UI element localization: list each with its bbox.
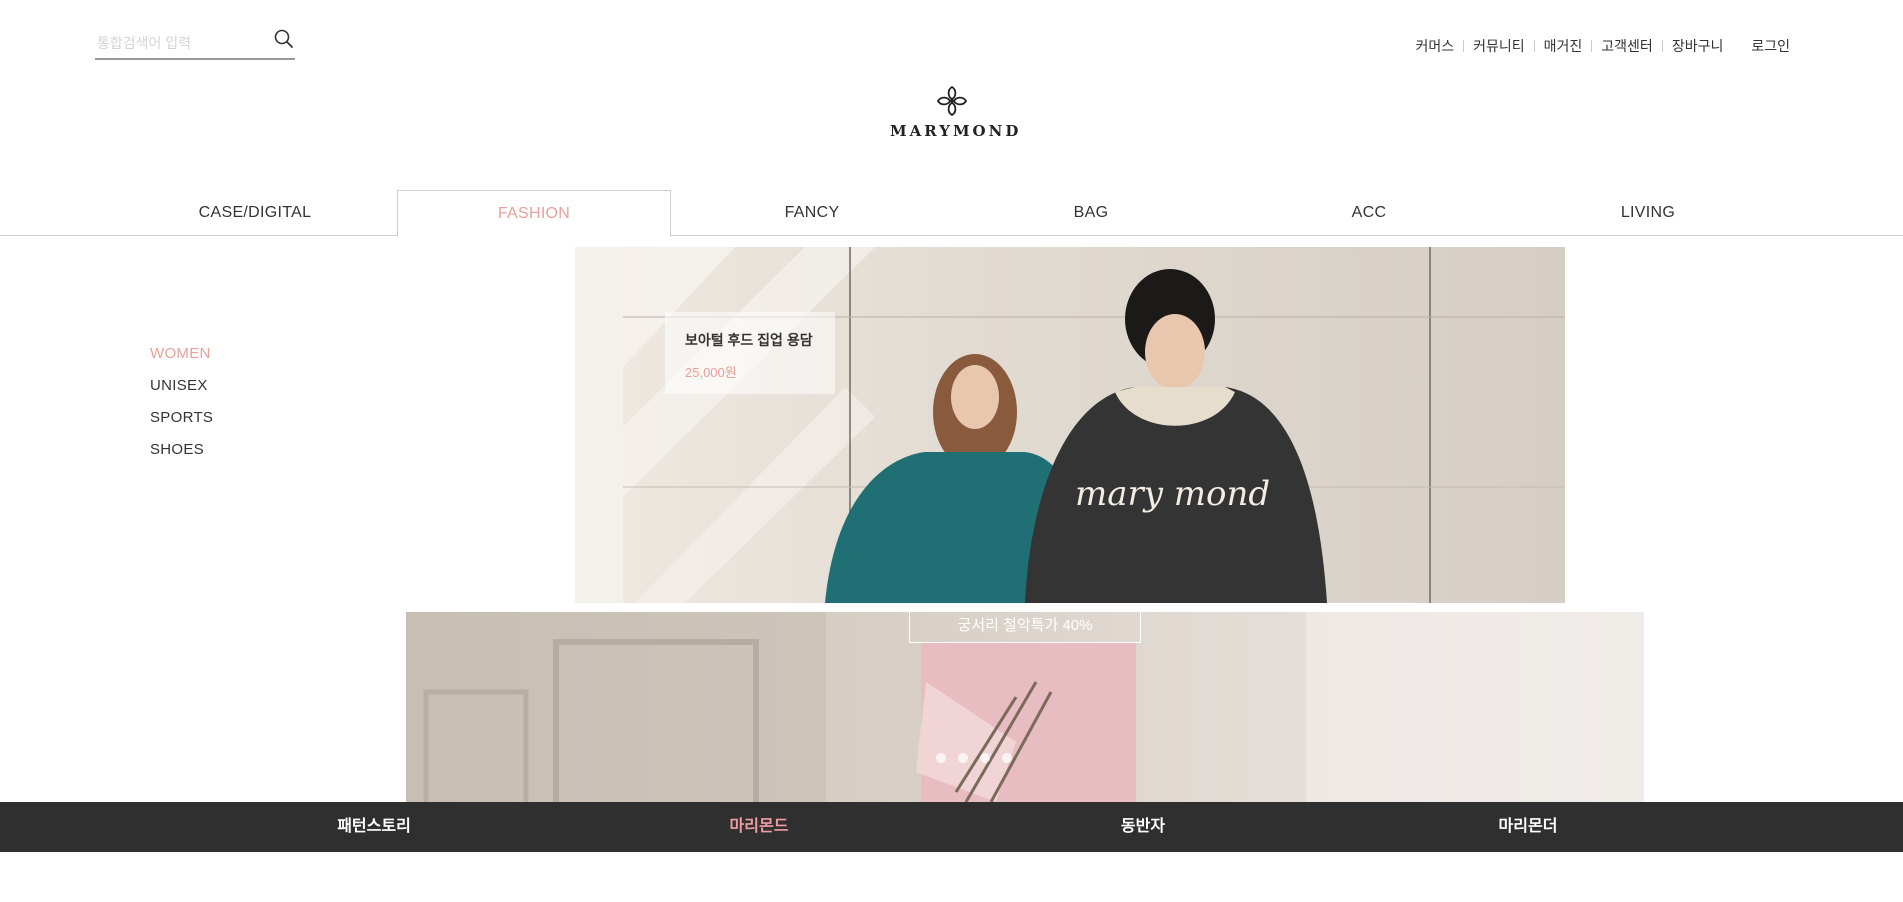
util-commerce-link[interactable]: 커머스 <box>1406 36 1463 56</box>
hero-banner[interactable]: mary mond 보아털 후드 집업 용담 25,000원 <box>575 247 1565 603</box>
slider-pagination <box>936 753 1012 763</box>
slider-dot[interactable] <box>1002 753 1012 763</box>
brand-link-pattern-story[interactable]: 패턴스토리 <box>314 802 434 852</box>
search-box <box>95 24 295 60</box>
tab-living[interactable]: LIVING <box>1511 190 1785 236</box>
hero-image: mary mond <box>575 247 1565 603</box>
brand-link-companion[interactable]: 동반자 <box>1083 802 1203 852</box>
util-community-link[interactable]: 커뮤니티 <box>1464 36 1534 56</box>
product-price: 25,000원 <box>685 365 737 380</box>
tab-bag[interactable]: BAG <box>954 190 1228 236</box>
brand-link-marymond[interactable]: 마리몬드 <box>699 802 819 852</box>
slider-dot[interactable] <box>936 753 946 763</box>
product-card[interactable]: 보아털 후드 집업 용담 25,000원 <box>665 312 835 394</box>
sub-item-women[interactable]: WOMEN <box>150 338 213 370</box>
page: 커머스 커뮤니티 매거진 고객센터 장바구니 로그인 MARYMOND CASE… <box>0 0 1903 902</box>
util-cart-link[interactable]: 장바구니 <box>1663 36 1733 56</box>
login-link[interactable]: 로그인 <box>1742 36 1799 56</box>
sub-category-menu: WOMEN UNISEX SPORTS SHOES <box>150 338 213 466</box>
svg-text:mary mond: mary mond <box>1075 474 1270 514</box>
brand-link-marymonder[interactable]: 마리몬더 <box>1468 802 1588 852</box>
brand-logo[interactable]: MARYMOND <box>890 84 1022 140</box>
sub-item-shoes[interactable]: SHOES <box>150 434 213 466</box>
flower-icon <box>936 85 968 117</box>
promo-banner[interactable]: 궁서리 철악특가 40% <box>406 612 1644 802</box>
slider-dot[interactable] <box>980 753 990 763</box>
category-nav: CASE/DIGITAL FASHION FANCY BAG ACC LIVIN… <box>0 190 1903 237</box>
tab-case-digital[interactable]: CASE/DIGITAL <box>118 190 392 236</box>
util-menu: 커머스 커뮤니티 매거진 고객센터 장바구니 로그인 <box>1406 36 1799 56</box>
sub-item-unisex[interactable]: UNISEX <box>150 370 213 402</box>
slider-dot[interactable] <box>958 753 968 763</box>
sub-item-sports[interactable]: SPORTS <box>150 402 213 434</box>
search-icon[interactable] <box>273 28 295 50</box>
search-input[interactable] <box>97 32 267 54</box>
brand-bar: 패턴스토리 마리몬드 동반자 마리몬더 <box>0 802 1903 852</box>
product-name: 보아털 후드 집업 용담 <box>685 332 813 348</box>
logo-wordmark: MARYMOND <box>890 122 1022 140</box>
util-magazine-link[interactable]: 매거진 <box>1535 36 1592 56</box>
tab-fashion[interactable]: FASHION <box>397 190 671 237</box>
tab-fancy[interactable]: FANCY <box>675 190 949 236</box>
promo-label[interactable]: 궁서리 철악특가 40% <box>909 612 1141 643</box>
util-customer-center-link[interactable]: 고객센터 <box>1592 36 1662 56</box>
tab-acc[interactable]: ACC <box>1232 190 1506 236</box>
